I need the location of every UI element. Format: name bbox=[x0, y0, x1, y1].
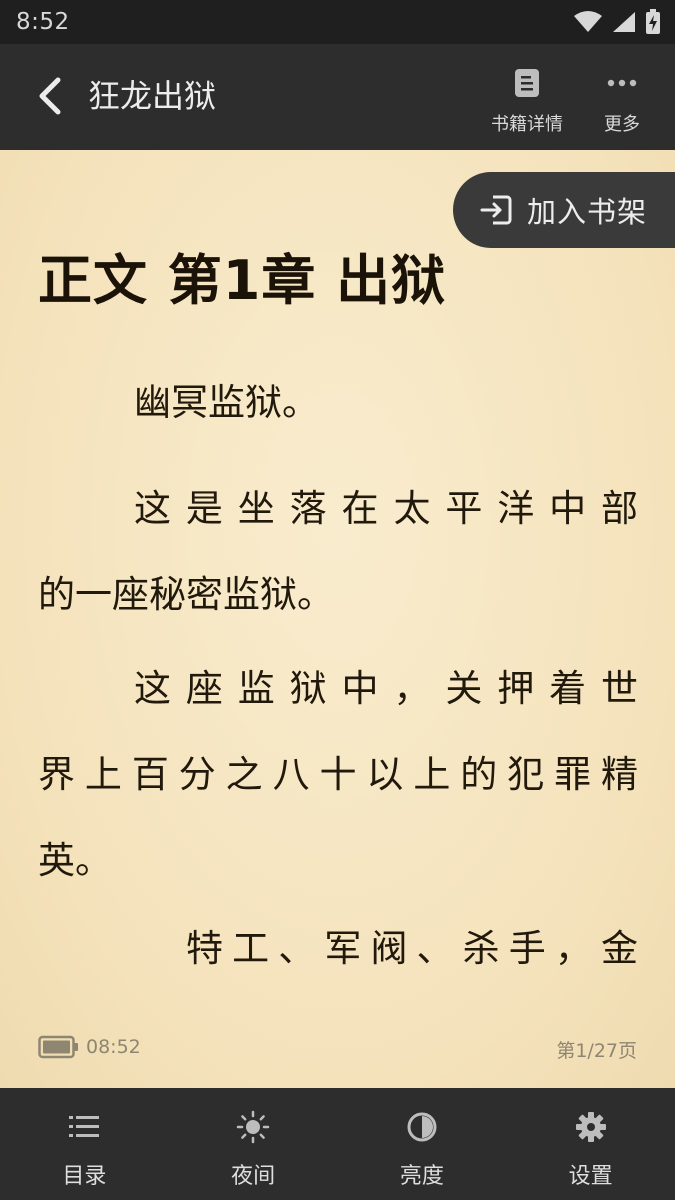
text-line: 界上百分之八十以上的犯罪精 bbox=[38, 753, 638, 796]
gear-icon bbox=[575, 1112, 606, 1142]
chevron-left-icon bbox=[39, 77, 61, 115]
paragraph: 特工、军阀、杀手，金 bbox=[38, 906, 638, 992]
more-dots-icon bbox=[607, 79, 637, 87]
more-label: 更多 bbox=[604, 114, 640, 135]
book-details-label: 书籍详情 bbox=[491, 114, 563, 135]
document-icon bbox=[515, 69, 539, 97]
app-header: 狂龙出狱 书籍详情 更多 bbox=[0, 44, 675, 150]
reading-page[interactable]: 加入书架 正文 第1章 出狱 幽冥监狱。 这是坐落在太平洋中部 的一座秘密监狱。… bbox=[0, 150, 675, 1088]
nav-item-brightness[interactable]: 亮度 bbox=[338, 1088, 507, 1200]
text-line: 这座监狱中，关押着世 bbox=[134, 667, 638, 710]
sun-icon bbox=[236, 1110, 270, 1144]
back-button[interactable] bbox=[30, 74, 74, 118]
add-to-shelf-label: 加入书架 bbox=[527, 195, 648, 229]
paragraph: 这是坐落在太平洋中部 的一座秘密监狱。 bbox=[38, 466, 638, 638]
text-line: 这是坐落在太平洋中部 bbox=[134, 487, 638, 530]
wifi-icon bbox=[574, 11, 602, 32]
add-to-shelf-icon bbox=[480, 195, 512, 225]
paragraph: 这座监狱中，关押着世 界上百分之八十以上的犯罪精 英。 bbox=[38, 646, 638, 904]
list-icon bbox=[69, 1116, 100, 1137]
nav-item-night[interactable]: 夜间 bbox=[169, 1088, 338, 1200]
nav-label: 亮度 bbox=[399, 1164, 444, 1189]
page-number: 第1/27页 bbox=[556, 1040, 637, 1062]
add-to-shelf-button[interactable]: 加入书架 bbox=[453, 172, 675, 248]
nav-item-settings[interactable]: 设置 bbox=[506, 1088, 675, 1200]
contrast-icon bbox=[407, 1112, 437, 1142]
footer-time: 08:52 bbox=[86, 1036, 141, 1058]
text-line: 的一座秘密监狱。 bbox=[38, 573, 334, 616]
status-bar: 8:52 bbox=[0, 0, 675, 44]
book-details-button[interactable]: 书籍详情 bbox=[479, 66, 575, 136]
nav-label: 夜间 bbox=[231, 1164, 276, 1189]
nav-label: 目录 bbox=[62, 1164, 107, 1189]
battery-charging-icon bbox=[646, 9, 660, 34]
chapter-title: 正文 第1章 出狱 bbox=[38, 249, 447, 312]
cellular-signal-icon bbox=[613, 12, 635, 32]
book-title: 狂龙出狱 bbox=[88, 77, 217, 115]
text-line: 幽冥监狱。 bbox=[134, 381, 319, 424]
more-button[interactable]: 更多 bbox=[574, 66, 670, 136]
text-line: 特工、军阀、杀手，金 bbox=[186, 927, 638, 970]
status-icons bbox=[573, 9, 661, 35]
battery-icon bbox=[38, 1035, 78, 1059]
paragraph: 幽冥监狱。 bbox=[38, 360, 638, 446]
bottom-nav: 目录 夜间 亮度 设置 bbox=[0, 1088, 675, 1200]
text-line: 英。 bbox=[38, 839, 112, 882]
nav-item-catalog[interactable]: 目录 bbox=[0, 1088, 169, 1200]
page-footer: 08:52 第1/27页 bbox=[0, 1034, 675, 1064]
status-time: 8:52 bbox=[16, 9, 70, 35]
nav-label: 设置 bbox=[568, 1164, 613, 1189]
